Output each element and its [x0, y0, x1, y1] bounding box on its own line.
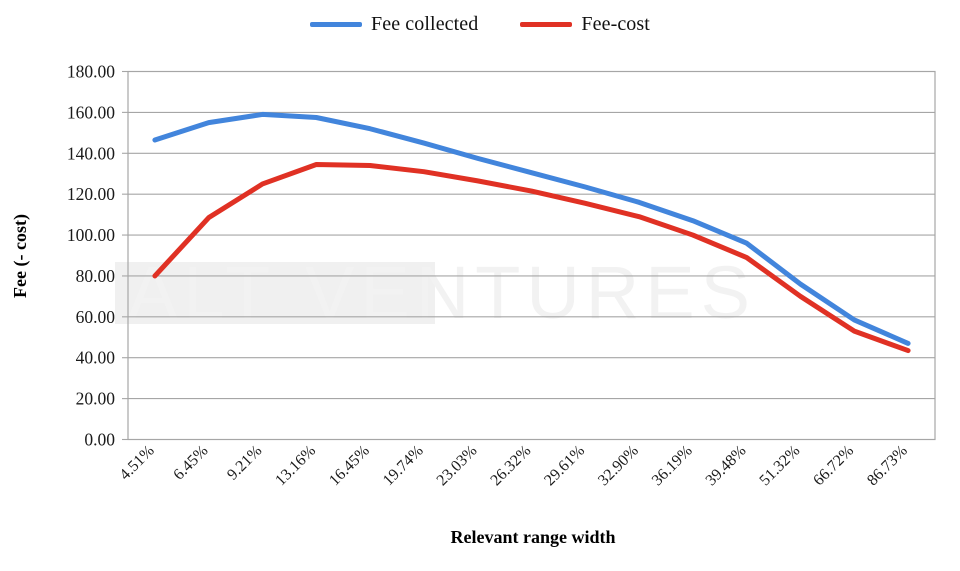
chart-container: Fee collected Fee-cost ALT VENTURES 0.00…: [0, 0, 960, 571]
x-axis-tick-label: 32.90%: [595, 442, 642, 489]
x-axis-tick-labels: 4.51% 6.45% 9.21% 13.16% 16.45% 19.74% 23.03% 2…: [116, 442, 910, 489]
plot-area: ALT VENTURES 0.00 20.00 40.00 60.00 80.00 100…: [10, 62, 936, 547]
watermark-text-alt: ALT: [128, 251, 276, 334]
y-axis-tick-label: 180.00: [67, 62, 115, 82]
y-axis-tick-label: 160.00: [67, 102, 115, 122]
x-axis-tick-label: 36.19%: [649, 442, 696, 489]
x-axis-tick-label: 9.21%: [224, 442, 265, 483]
x-axis-tick-label: 13.16%: [272, 442, 319, 489]
y-axis-title: Fee (- cost): [10, 214, 31, 298]
y-axis-tick-label: 0.00: [84, 430, 115, 450]
y-axis-tick-label: 40.00: [76, 348, 116, 368]
y-axis-tick-label: 140.00: [67, 143, 115, 163]
x-axis-tick-label: 4.51%: [116, 442, 157, 483]
x-axis-tick-label: 51.32%: [756, 442, 803, 489]
x-axis-title: Relevant range width: [451, 527, 616, 547]
y-axis-tick-label: 80.00: [76, 266, 116, 286]
watermark: ALT VENTURES: [115, 251, 756, 334]
x-axis-tick-label: 66.72%: [810, 442, 857, 489]
y-axis-tick-label: 100.00: [67, 225, 115, 245]
x-axis-tick-label: 6.45%: [170, 442, 211, 483]
x-axis-tick-label: 29.61%: [541, 442, 588, 489]
x-axis-tick-label: 23.03%: [434, 442, 481, 489]
watermark-text-ventures: VENTURES: [305, 251, 756, 334]
y-axis-tick-label: 20.00: [76, 389, 116, 409]
x-axis-tick-label: 26.32%: [487, 442, 534, 489]
x-axis-tick-label: 19.74%: [380, 442, 427, 489]
y-axis-tick-labels: 0.00 20.00 40.00 60.00 80.00 100.00 120.00 140.…: [67, 62, 115, 450]
y-axis-tick-label: 120.00: [67, 184, 115, 204]
x-axis-tick-label: 16.45%: [326, 442, 373, 489]
x-axis-tick-label: 39.48%: [703, 442, 750, 489]
x-axis-tick-label: 86.73%: [864, 442, 911, 489]
y-axis-tick-label: 60.00: [76, 307, 116, 327]
